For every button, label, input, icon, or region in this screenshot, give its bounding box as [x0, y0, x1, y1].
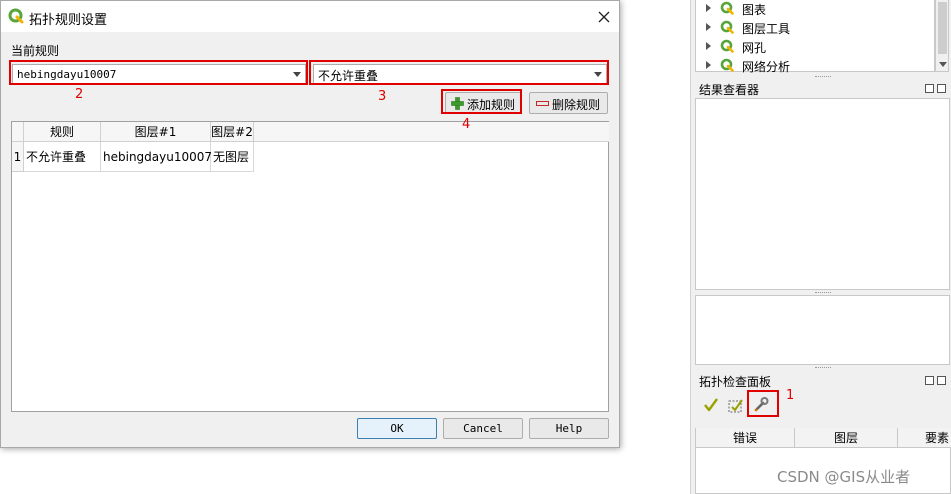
column-header-layer2[interactable]: 图层#2 [211, 122, 254, 142]
help-button[interactable]: Help [529, 418, 609, 439]
results-viewer-dock-controls [925, 84, 949, 94]
table-cell-layer1[interactable]: hebingdayu10007 [101, 142, 212, 172]
expand-arrow-icon[interactable] [706, 42, 711, 50]
table-corner [12, 122, 24, 142]
scroll-down-icon[interactable] [939, 62, 947, 67]
minus-icon [536, 101, 549, 106]
annotation-number-1: 1 [786, 388, 795, 403]
results-viewer-area[interactable] [695, 98, 950, 290]
annotation-number-2: 2 [75, 87, 84, 102]
annotation-box-2 [9, 60, 308, 85]
topology-panel-title: 拓扑检查面板 [699, 375, 772, 389]
expand-arrow-icon[interactable] [706, 61, 711, 69]
validate-extent-icon[interactable] [726, 395, 746, 415]
cancel-button[interactable]: Cancel [443, 418, 523, 439]
delete-rule-label: 删除规则 [552, 98, 601, 112]
watermark: CSDN @GIS从业者 [777, 468, 911, 486]
rules-table[interactable]: 规则 图层#1 图层#2 1 不允许重叠 hebingdayu10007 无图层 [11, 121, 609, 412]
expand-arrow-icon[interactable] [706, 4, 711, 12]
float-icon[interactable] [925, 84, 934, 93]
validate-all-icon[interactable] [701, 395, 721, 415]
resize-grip[interactable] [815, 367, 831, 369]
qgis-logo-icon [8, 8, 24, 24]
results-detail-area[interactable] [695, 295, 950, 365]
qgis-q-icon [720, 20, 734, 34]
dialog-titlebar: 拓扑规则设置 [1, 1, 619, 32]
annotation-box-1 [747, 390, 779, 417]
tree-item-label: 网络分析 [742, 60, 791, 74]
tree-scrollbar[interactable] [935, 0, 949, 72]
tree-item-label: 图表 [742, 3, 767, 17]
topology-panel-dock-controls [925, 376, 949, 386]
header-filler [254, 122, 609, 142]
column-header-error[interactable]: 错误 [696, 428, 795, 448]
column-header-feature[interactable]: 要素 [898, 428, 951, 448]
annotation-number-3: 3 [378, 89, 387, 104]
delete-rule-button[interactable]: 删除规则 [529, 92, 608, 114]
tree-item-label: 图层工具 [742, 22, 791, 36]
expand-arrow-icon[interactable] [706, 23, 711, 31]
results-viewer-title: 结果查看器 [699, 83, 760, 97]
ok-button[interactable]: OK [357, 418, 437, 439]
processing-toolbox-tree[interactable]: 图表 图层工具 网孔 网络分析 [695, 0, 935, 74]
resize-grip[interactable] [815, 292, 831, 294]
column-header-layer1[interactable]: 图层#1 [101, 122, 211, 142]
column-header-rule[interactable]: 规则 [24, 122, 101, 142]
annotation-box-3 [309, 60, 609, 85]
qgis-q-icon [720, 39, 734, 53]
dialog-title: 拓扑规则设置 [29, 13, 108, 28]
table-cell-layer2[interactable]: 无图层 [211, 142, 254, 172]
close-icon[interactable] [594, 7, 614, 27]
annotation-number-4: 4 [462, 117, 471, 132]
float-icon[interactable] [925, 376, 934, 385]
close-panel-icon[interactable] [937, 84, 946, 93]
current-rules-label: 当前规则 [11, 44, 60, 58]
row-number[interactable]: 1 [12, 142, 24, 172]
resize-grip[interactable] [815, 76, 831, 78]
tree-item-label: 网孔 [742, 41, 767, 55]
close-panel-icon[interactable] [937, 376, 946, 385]
table-cell-rule[interactable]: 不允许重叠 [24, 142, 101, 172]
column-header-layer[interactable]: 图层 [795, 428, 898, 448]
qgis-q-icon [720, 58, 734, 72]
qgis-q-icon [720, 1, 734, 15]
scrollbar-thumb[interactable] [938, 2, 947, 54]
annotation-box-4 [441, 89, 522, 114]
